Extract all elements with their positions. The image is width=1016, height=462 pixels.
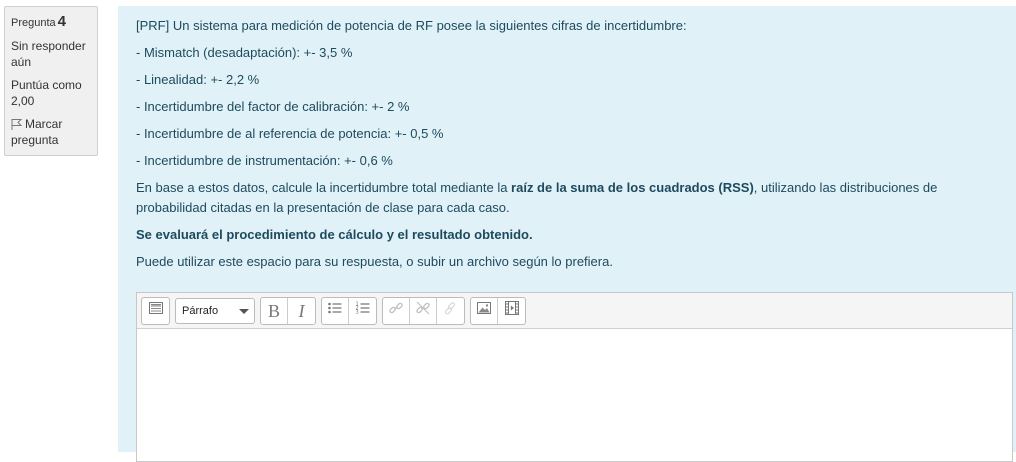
unordered-list-button[interactable] [322,297,349,324]
chevron-down-icon [239,308,249,314]
question-text-area: [PRF] Un sistema para medición de potenc… [118,6,1016,462]
bold-icon: B [267,300,280,321]
svg-text:3: 3 [355,309,358,315]
insert-image-button[interactable] [471,297,498,324]
image-icon [476,300,492,322]
question-info-panel: Pregunta 4 Sin responder aún Puntúa como … [4,6,98,156]
evaluation-note: Se evaluará el procedimiento de cálculo … [136,225,998,245]
uncertainty-item: - Incertidumbre de instrumentación: +- 0… [136,153,393,168]
instruction-text-bold: raíz de la suma de los cuadrados (RSS) [511,180,754,195]
question-label: Pregunta [11,17,56,29]
unlink-button[interactable] [410,297,437,324]
toolbar-group-media [470,296,526,325]
show-more-buttons-button[interactable] [142,298,169,324]
question-intro: [PRF] Un sistema para medición de potenc… [136,18,687,33]
paragraph-format-value: Párrafo [182,304,219,317]
question-number: Pregunta 4 [11,14,91,31]
question-number-value: 4 [57,13,66,30]
uncertainty-item: - Incertidumbre de al referencia de pote… [136,126,444,141]
uncertainty-item: - Mismatch (desadaptación): +- 3,5 % [136,45,353,60]
toolbar-group-lists: 123 [321,296,377,325]
question-instruction: En base a estos datos, calcule la incert… [136,178,998,218]
editor-content-area[interactable] [137,329,1012,461]
flag-icon [11,118,23,130]
toolbar-group-style: B I [260,296,316,325]
flag-question-link[interactable]: Marcar pregunta [11,116,91,148]
unordered-list-icon [327,300,343,322]
media-icon [504,300,520,322]
anchor-icon [443,300,459,322]
answer-editor: Párrafo B I 123 [136,292,1013,462]
uncertainty-item: - Linealidad: +- 2,2 % [136,72,260,87]
insert-media-button[interactable] [498,298,525,324]
ordered-list-button[interactable]: 123 [349,298,376,324]
italic-icon: I [298,300,305,321]
paragraph-format-select[interactable]: Párrafo [175,297,255,324]
question-state: Sin responder aún [11,39,86,69]
insert-link-button[interactable] [383,297,410,324]
bold-button[interactable]: B [261,297,288,324]
question-grade: Puntúa como 2,00 [11,78,82,108]
uncertainty-item: - Incertidumbre del factor de calibració… [136,99,410,114]
answer-hint: Puede utilizar este espacio para su resp… [136,254,613,269]
editor-toolbar: Párrafo B I 123 [137,293,1012,329]
anchor-button[interactable] [437,298,464,324]
toolbar-collapse-icon [148,300,164,322]
evaluation-note-text: Se evaluará el procedimiento de cálculo … [136,227,533,242]
toolbar-group-collapse [141,296,170,325]
italic-button[interactable]: I [288,298,315,324]
ordered-list-icon: 123 [355,300,371,322]
instruction-text-pre: En base a estos datos, calcule la incert… [136,180,512,195]
unlink-icon [415,300,431,322]
toolbar-group-links [382,296,465,325]
link-icon [388,300,404,322]
